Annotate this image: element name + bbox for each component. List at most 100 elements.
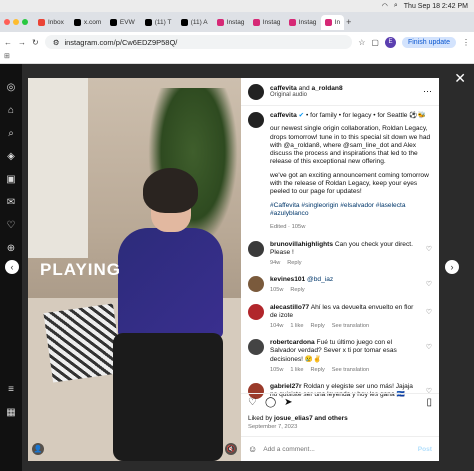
- verified-badge-icon: ✔: [298, 112, 305, 119]
- tab-7[interactable]: Instag: [249, 15, 283, 30]
- caption-text: caffevita ✔ • for family • for legacy • …: [270, 112, 432, 231]
- like-comment-heart-icon[interactable]: ♡: [426, 245, 432, 268]
- close-window-button[interactable]: [4, 19, 10, 25]
- tab-8[interactable]: Instag: [285, 15, 319, 30]
- comment-item: robertcardona Fué tu último juego con el…: [248, 339, 432, 374]
- finish-update-button[interactable]: Finish update: [401, 36, 456, 48]
- like-comment-heart-icon[interactable]: ♡: [426, 343, 432, 374]
- next-post-arrow-icon[interactable]: ›: [445, 260, 459, 274]
- save-bookmark-icon[interactable]: ▯: [426, 397, 432, 408]
- person-figure: [113, 168, 223, 461]
- post-actions: ♡ ◯ ➤ ▯: [241, 393, 439, 411]
- window-controls: [4, 19, 28, 25]
- search-icon[interactable]: ⌕: [394, 2, 398, 10]
- apps-grid-icon[interactable]: ⊞: [4, 53, 10, 60]
- comment-item: brunovillahighlights Can you check your …: [248, 240, 432, 268]
- avatar[interactable]: [248, 240, 264, 257]
- mute-icon[interactable]: 🔇: [225, 443, 237, 455]
- tab-favicon: [144, 18, 152, 26]
- tab-favicon: [216, 18, 224, 26]
- author-link[interactable]: caffevita: [270, 85, 297, 92]
- url-field[interactable]: ⚙ instagram.com/p/Cw6EDZ9P58Q/: [44, 35, 353, 49]
- reload-icon[interactable]: ↻: [32, 38, 39, 47]
- avatar[interactable]: [248, 83, 264, 100]
- see-translation-link[interactable]: See translation: [332, 322, 369, 330]
- liked-by: Liked by josue_elias7 and others: [248, 415, 348, 422]
- share-icon[interactable]: ➤: [284, 397, 292, 408]
- tab-favicon: [252, 18, 260, 26]
- zoom-window-button[interactable]: [22, 19, 28, 25]
- minimize-window-button[interactable]: [13, 19, 19, 25]
- like-heart-icon[interactable]: ♡: [248, 397, 257, 408]
- more-options-icon[interactable]: ⋯: [423, 86, 432, 97]
- explore-icon[interactable]: ◈: [7, 151, 15, 162]
- post-date: September 7, 2023: [248, 424, 298, 430]
- tab-6[interactable]: Instag: [213, 15, 247, 30]
- wifi-icon[interactable]: ◠: [382, 2, 388, 10]
- comments-scroll-area[interactable]: caffevita ✔ • for family • for legacy • …: [241, 106, 439, 411]
- tagged-users-icon[interactable]: 👤: [32, 443, 44, 455]
- tab-2[interactable]: x.com: [70, 15, 104, 30]
- search-icon[interactable]: ⌕: [8, 128, 14, 139]
- tab-favicon: [324, 18, 332, 26]
- site-info-icon[interactable]: ⚙: [53, 38, 60, 47]
- comment-icon[interactable]: ◯: [265, 397, 276, 408]
- browser-tab-strip: Inbox x.com EVW (11) T (11) A Instag Ins…: [0, 12, 474, 32]
- soccer-jersey: [118, 228, 223, 338]
- avatar[interactable]: [248, 303, 264, 320]
- add-comment-row: ☺ Add a comment... Post: [241, 436, 439, 461]
- tab-5[interactable]: (11) A: [177, 15, 211, 30]
- extensions-icon[interactable]: ▢: [371, 38, 379, 47]
- clock[interactable]: Thu Sep 18 2:42 PM: [404, 3, 468, 10]
- tab-favicon: [109, 18, 117, 26]
- tab-3[interactable]: EVW: [106, 15, 139, 30]
- avatar[interactable]: [248, 276, 264, 293]
- background-window: [28, 78, 88, 258]
- add-comment-input[interactable]: Add a comment...: [263, 446, 412, 453]
- close-icon[interactable]: ✕: [454, 70, 466, 87]
- menu-kebab-icon[interactable]: ⋮: [462, 38, 470, 47]
- more-grid-icon[interactable]: ▦: [6, 407, 15, 418]
- new-tab-plus-icon[interactable]: +: [346, 17, 351, 27]
- tab-1[interactable]: Inbox: [34, 15, 68, 30]
- tab-favicon: [38, 18, 45, 26]
- skirt: [113, 333, 223, 461]
- address-bar-row: ← → ↻ ⚙ instagram.com/p/Cw6EDZ9P58Q/ ☆ ▢…: [0, 32, 474, 52]
- avatar[interactable]: [248, 339, 264, 356]
- tab-favicon: [73, 18, 81, 26]
- tab-favicon: [288, 18, 296, 26]
- tab-4[interactable]: (11) T: [141, 15, 175, 30]
- audio-link[interactable]: Original audio: [270, 92, 417, 98]
- hair: [143, 168, 198, 213]
- see-translation-link[interactable]: See translation: [332, 366, 369, 374]
- back-icon[interactable]: ←: [4, 38, 12, 47]
- forward-icon[interactable]: →: [18, 38, 26, 47]
- collaborator-link[interactable]: a_roldan8: [311, 85, 342, 92]
- home-icon[interactable]: ⌂: [8, 105, 14, 116]
- tab-9-active[interactable]: In: [320, 14, 345, 30]
- post-comment-button[interactable]: Post: [418, 446, 432, 453]
- reply-button[interactable]: Reply: [287, 259, 301, 267]
- previous-post-arrow-icon[interactable]: ‹: [5, 260, 19, 274]
- notifications-heart-icon[interactable]: ♡: [7, 220, 16, 231]
- reply-button[interactable]: Reply: [290, 286, 304, 294]
- playing-overlay-text: PLAYING: [40, 260, 122, 279]
- post-video[interactable]: PLAYING 👤 🔇: [28, 78, 241, 461]
- instagram-logo-icon[interactable]: ◎: [7, 82, 16, 93]
- bookmark-star-icon[interactable]: ☆: [358, 38, 365, 47]
- create-icon[interactable]: ⊕: [7, 243, 15, 254]
- messages-icon[interactable]: ✉: [7, 197, 15, 208]
- reply-button[interactable]: Reply: [310, 366, 324, 374]
- mac-menubar: ◠ ⌕ Thu Sep 18 2:42 PM: [0, 0, 474, 12]
- tab-favicon: [180, 18, 188, 26]
- hashtags[interactable]: #Caffevita #singleorigin #elsalvador #la…: [270, 202, 432, 219]
- profile-avatar[interactable]: E: [384, 36, 396, 48]
- like-comment-heart-icon[interactable]: ♡: [426, 308, 432, 331]
- reels-icon[interactable]: ▣: [6, 174, 15, 185]
- like-comment-heart-icon[interactable]: ♡: [426, 280, 432, 294]
- emoji-icon[interactable]: ☺: [248, 444, 257, 454]
- bookmarks-bar: ⊞: [0, 52, 474, 64]
- menu-icon[interactable]: ≡: [8, 384, 14, 395]
- reply-button[interactable]: Reply: [310, 322, 324, 330]
- avatar[interactable]: [248, 112, 264, 128]
